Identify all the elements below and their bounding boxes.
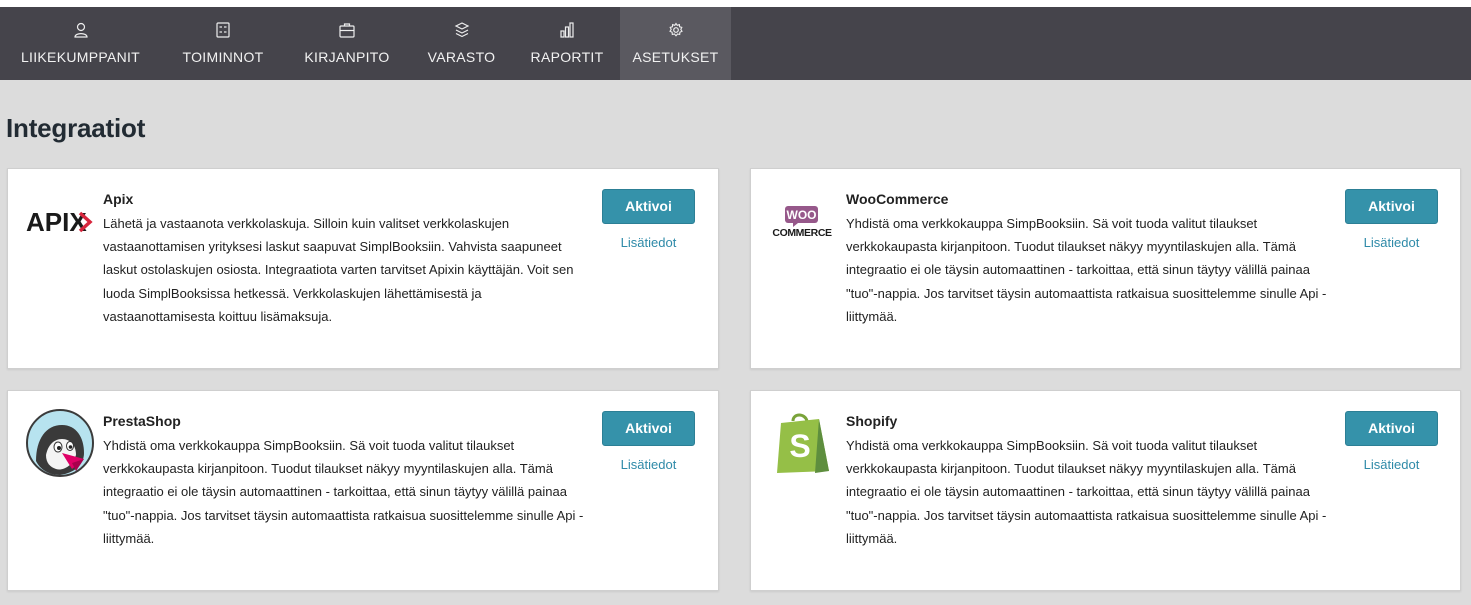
commerce-logo-text: COMMERCE [772,227,832,239]
nav-item-liikekumppanit[interactable]: LIIKEKUMPPANIT [0,7,161,80]
briefcase-icon [339,23,355,38]
page-title: Integraatiot [6,113,146,143]
nav-label: VARASTO [427,49,496,65]
nav-label: LIIKEKUMPPANIT [20,49,141,65]
more-info-link[interactable]: Lisätiedot [1345,457,1438,472]
woocommerce-logo: WOO COMMERCE [772,206,832,239]
integration-card-apix: APIX Apix Lähetä ja vastaanota verkkolas… [7,168,719,369]
prestashop-logo [26,409,94,477]
more-info-link[interactable]: Lisätiedot [602,235,695,250]
activate-button[interactable]: Aktivoi [1345,189,1438,224]
nav-item-toiminnot[interactable]: TOIMINNOT [161,7,285,80]
nav-label: TOIMINNOT [182,49,264,65]
integration-name: Apix [103,191,134,207]
apix-logo: APIX [26,209,93,235]
integration-card-prestashop: PrestaShop Yhdistä oma verkkokauppa Simp… [7,390,719,591]
integration-name: PrestaShop [103,413,181,429]
activate-button[interactable]: Aktivoi [1345,411,1438,446]
gear-icon [668,22,683,37]
boxes-icon [454,22,469,38]
integration-name: Shopify [846,413,898,429]
integration-description: Yhdistä oma verkkokauppa SimpBooksiin. S… [846,438,1327,546]
main-nav: LIIKEKUMPPANIT TOIMINNOT KIRJANPITO VARA… [0,7,1471,80]
integration-card-shopify: S Shopify Yhdistä oma verkkokauppa SimpB… [750,390,1461,591]
woo-logo-text: WOO [787,208,817,222]
nav-item-asetukset[interactable]: ASETUKSET [620,7,731,80]
shopify-logo-letter: S [789,428,810,464]
activate-button[interactable]: Aktivoi [602,189,695,224]
bar-chart-icon [560,22,574,38]
shopify-logo: S [777,413,829,473]
integration-description: Lähetä ja vastaanota verkkolaskuja. Sill… [103,216,574,324]
integration-description: Yhdistä oma verkkokauppa SimpBooksiin. S… [103,438,584,546]
nav-item-raportit[interactable]: RAPORTIT [514,7,620,80]
apix-logo-text: APIX [26,209,87,235]
nav-item-kirjanpito[interactable]: KIRJANPITO [285,7,409,80]
nav-item-varasto[interactable]: VARASTO [409,7,514,80]
calculator-icon [216,22,230,38]
nav-label: ASETUKSET [632,49,719,65]
nav-label: RAPORTIT [530,49,604,65]
integration-description: Yhdistä oma verkkokauppa SimpBooksiin. S… [846,216,1327,324]
more-info-link[interactable]: Lisätiedot [1345,235,1438,250]
user-icon [73,22,88,38]
activate-button[interactable]: Aktivoi [602,411,695,446]
more-info-link[interactable]: Lisätiedot [602,457,695,472]
top-strip [0,0,1471,7]
nav-label: KIRJANPITO [304,49,390,65]
integration-name: WooCommerce [846,191,949,207]
integration-card-woocommerce: WOO COMMERCE WooCommerce Yhdistä oma ver… [750,168,1461,369]
